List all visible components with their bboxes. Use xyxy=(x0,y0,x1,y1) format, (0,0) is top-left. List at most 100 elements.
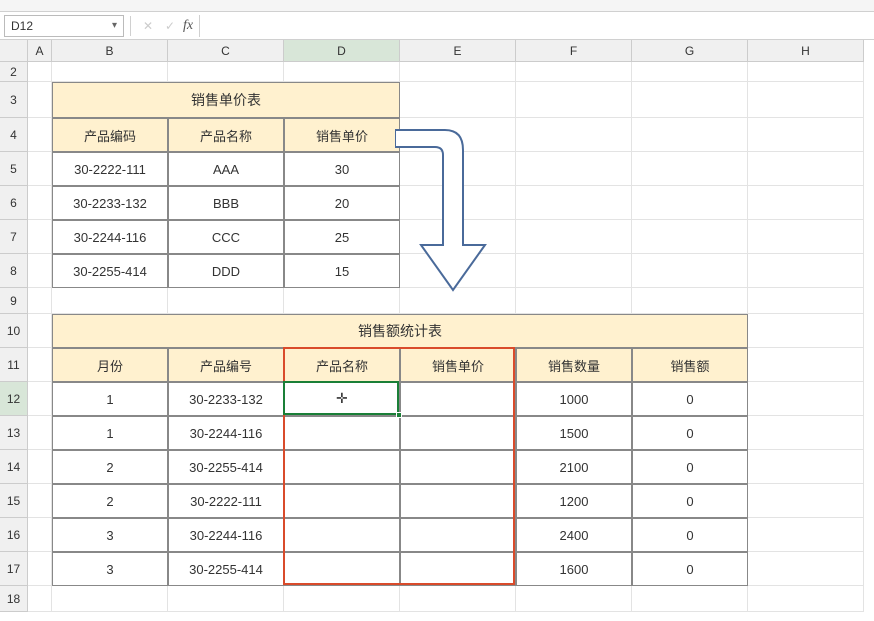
cell-C16[interactable]: 30-2244-116 xyxy=(168,518,284,552)
cell-E5[interactable] xyxy=(400,152,516,186)
row-header-16[interactable]: 16 xyxy=(0,518,28,552)
cell-D4[interactable]: 销售单价 xyxy=(284,118,400,152)
cancel-formula-button[interactable]: ✕ xyxy=(137,15,159,37)
fx-icon[interactable]: fx xyxy=(183,18,193,34)
column-header-E[interactable]: E xyxy=(400,40,516,62)
cell-C14[interactable]: 30-2255-414 xyxy=(168,450,284,484)
cell-D16[interactable] xyxy=(284,518,400,552)
cell-A2[interactable] xyxy=(28,62,52,82)
row-header-3[interactable]: 3 xyxy=(0,82,28,118)
cell-H9[interactable] xyxy=(748,288,864,314)
cell-F6[interactable] xyxy=(516,186,632,220)
cell-B11[interactable]: 月份 xyxy=(52,348,168,382)
cell-F7[interactable] xyxy=(516,220,632,254)
cell-F8[interactable] xyxy=(516,254,632,288)
cell-H4[interactable] xyxy=(748,118,864,152)
cell-E7[interactable] xyxy=(400,220,516,254)
row-header-18[interactable]: 18 xyxy=(0,586,28,612)
cell-A7[interactable] xyxy=(28,220,52,254)
cell-G18[interactable] xyxy=(632,586,748,612)
column-header-B[interactable]: B xyxy=(52,40,168,62)
row-header-9[interactable]: 9 xyxy=(0,288,28,314)
cell-D9[interactable] xyxy=(284,288,400,314)
row-header-12[interactable]: 12 xyxy=(0,382,28,416)
cell-E13[interactable] xyxy=(400,416,516,450)
row-header-11[interactable]: 11 xyxy=(0,348,28,382)
column-header-D[interactable]: D xyxy=(284,40,400,62)
row-header-2[interactable]: 2 xyxy=(0,62,28,82)
cell-D17[interactable] xyxy=(284,552,400,586)
cell-H2[interactable] xyxy=(748,62,864,82)
cell-F5[interactable] xyxy=(516,152,632,186)
cell-G14[interactable]: 0 xyxy=(632,450,748,484)
cell-F4[interactable] xyxy=(516,118,632,152)
cell-A15[interactable] xyxy=(28,484,52,518)
cell-A9[interactable] xyxy=(28,288,52,314)
cell-E12[interactable] xyxy=(400,382,516,416)
cell-E6[interactable] xyxy=(400,186,516,220)
cell-G6[interactable] xyxy=(632,186,748,220)
cell-H6[interactable] xyxy=(748,186,864,220)
row-header-7[interactable]: 7 xyxy=(0,220,28,254)
cell-E18[interactable] xyxy=(400,586,516,612)
cell-B3[interactable]: 销售单价表 xyxy=(52,82,400,118)
cell-F14[interactable]: 2100 xyxy=(516,450,632,484)
cell-E3[interactable] xyxy=(400,82,516,118)
cell-G17[interactable]: 0 xyxy=(632,552,748,586)
cell-B17[interactable]: 3 xyxy=(52,552,168,586)
cell-D14[interactable] xyxy=(284,450,400,484)
select-all-corner[interactable] xyxy=(0,40,28,62)
cell-A11[interactable] xyxy=(28,348,52,382)
cell-B14[interactable]: 2 xyxy=(52,450,168,484)
formula-input[interactable] xyxy=(199,15,870,37)
cell-A10[interactable] xyxy=(28,314,52,348)
cell-D13[interactable] xyxy=(284,416,400,450)
cell-D8[interactable]: 15 xyxy=(284,254,400,288)
column-header-A[interactable]: A xyxy=(28,40,52,62)
cell-B6[interactable]: 30-2233-132 xyxy=(52,186,168,220)
cell-B10[interactable]: 销售额统计表 xyxy=(52,314,748,348)
cell-G11[interactable]: 销售额 xyxy=(632,348,748,382)
row-header-5[interactable]: 5 xyxy=(0,152,28,186)
cell-G2[interactable] xyxy=(632,62,748,82)
row-header-6[interactable]: 6 xyxy=(0,186,28,220)
cell-B13[interactable]: 1 xyxy=(52,416,168,450)
cell-F9[interactable] xyxy=(516,288,632,314)
cell-F16[interactable]: 2400 xyxy=(516,518,632,552)
cell-F15[interactable]: 1200 xyxy=(516,484,632,518)
cell-H15[interactable] xyxy=(748,484,864,518)
cell-D6[interactable]: 20 xyxy=(284,186,400,220)
row-header-17[interactable]: 17 xyxy=(0,552,28,586)
confirm-formula-button[interactable]: ✓ xyxy=(159,15,181,37)
cell-B15[interactable]: 2 xyxy=(52,484,168,518)
cell-G16[interactable]: 0 xyxy=(632,518,748,552)
cell-B18[interactable] xyxy=(52,586,168,612)
cell-E17[interactable] xyxy=(400,552,516,586)
cell-G9[interactable] xyxy=(632,288,748,314)
cell-E4[interactable] xyxy=(400,118,516,152)
cell-C12[interactable]: 30-2233-132 xyxy=(168,382,284,416)
cell-F18[interactable] xyxy=(516,586,632,612)
cell-E9[interactable] xyxy=(400,288,516,314)
cell-H5[interactable] xyxy=(748,152,864,186)
cell-B12[interactable]: 1 xyxy=(52,382,168,416)
cell-B2[interactable] xyxy=(52,62,168,82)
cell-G8[interactable] xyxy=(632,254,748,288)
cell-E16[interactable] xyxy=(400,518,516,552)
cell-G7[interactable] xyxy=(632,220,748,254)
cell-F11[interactable]: 销售数量 xyxy=(516,348,632,382)
cell-C18[interactable] xyxy=(168,586,284,612)
cell-H3[interactable] xyxy=(748,82,864,118)
cell-E11[interactable]: 销售单价 xyxy=(400,348,516,382)
cell-A3[interactable] xyxy=(28,82,52,118)
cell-D5[interactable]: 30 xyxy=(284,152,400,186)
cell-B4[interactable]: 产品编码 xyxy=(52,118,168,152)
cell-H17[interactable] xyxy=(748,552,864,586)
cell-A16[interactable] xyxy=(28,518,52,552)
cell-C17[interactable]: 30-2255-414 xyxy=(168,552,284,586)
cell-G12[interactable]: 0 xyxy=(632,382,748,416)
cells-area[interactable]: 销售单价表产品编码产品名称销售单价30-2222-111AAA3030-2233… xyxy=(28,62,874,621)
cell-G13[interactable]: 0 xyxy=(632,416,748,450)
cell-A5[interactable] xyxy=(28,152,52,186)
cell-F3[interactable] xyxy=(516,82,632,118)
